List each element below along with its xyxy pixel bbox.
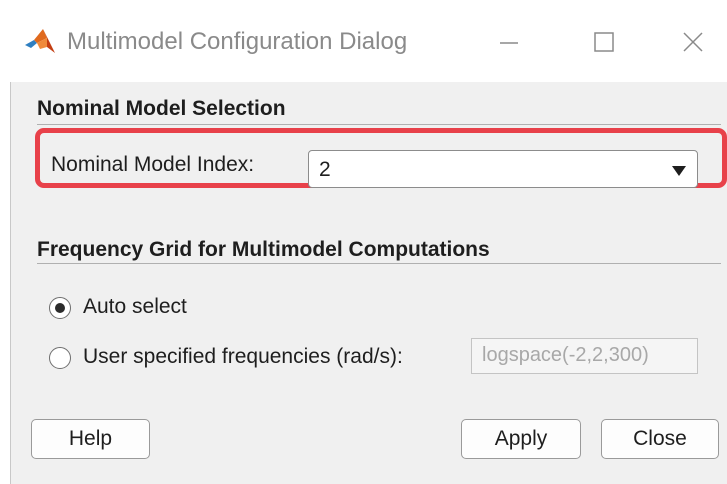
section-divider [37,124,721,125]
radio-selected-dot [55,303,65,313]
title-bar: Multimodel Configuration Dialog [0,0,727,82]
maximize-icon[interactable] [589,28,619,56]
matlab-logo-icon [24,28,56,56]
user-specified-radio[interactable] [49,347,71,369]
frequency-section-title: Frequency Grid for Multimodel Computatio… [37,238,490,261]
close-icon[interactable] [678,28,708,56]
close-button[interactable]: Close [601,419,719,459]
auto-select-label[interactable]: Auto select [83,295,187,319]
chevron-down-icon [671,164,687,176]
window-title: Multimodel Configuration Dialog [67,28,408,55]
dropdown-selected-value: 2 [319,158,331,181]
nominal-model-index-dropdown[interactable]: 2 [308,150,698,188]
frequency-input[interactable]: logspace(-2,2,300) [471,338,698,374]
minimize-icon[interactable] [494,28,524,56]
auto-select-radio[interactable] [49,297,71,319]
user-specified-label[interactable]: User specified frequencies (rad/s): [83,345,403,369]
nominal-model-index-label: Nominal Model Index: [51,153,255,176]
dialog-body: Nominal Model Selection Nominal Model In… [10,82,727,484]
nominal-section-title: Nominal Model Selection [37,97,286,120]
apply-button[interactable]: Apply [461,419,581,459]
help-button[interactable]: Help [31,419,150,459]
section-divider [37,263,721,264]
